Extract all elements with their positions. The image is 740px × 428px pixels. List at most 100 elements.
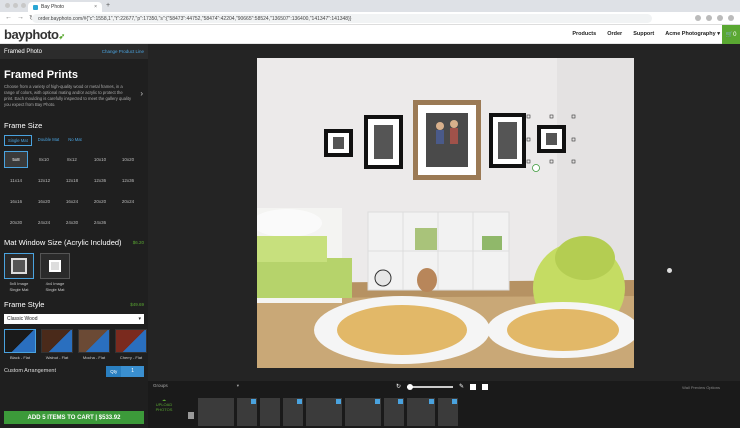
size-option[interactable]: 11x14 [4,172,28,189]
size-option[interactable]: 16x24 [60,193,84,210]
extension-icon[interactable] [717,15,723,21]
wall-frame-2[interactable] [364,115,403,169]
size-option[interactable]: 12x36 [88,172,112,189]
size-option[interactable]: 10x10 [88,151,112,168]
slider-knob[interactable] [407,383,414,390]
wall-frame-4[interactable] [489,113,526,168]
custom-arrangement-label: Custom Arrangement [4,368,56,375]
photo-thumbnail[interactable] [237,398,257,426]
check-icon[interactable] [398,399,403,404]
close-tab-icon[interactable]: × [94,4,97,10]
wall-frame-1[interactable] [324,129,353,157]
frame-size-title: Frame Size [4,121,43,131]
size-option[interactable]: 20x20 [88,193,112,210]
forward-icon[interactable]: → [17,14,24,22]
change-product-line-link[interactable]: Change Product Line [102,49,144,54]
photo-thumbnail[interactable] [384,398,404,426]
browser-tab[interactable]: Bay Photo × [28,2,102,12]
size-option[interactable]: 12x36 [116,172,140,189]
nav-products[interactable]: Products [572,31,596,37]
site-header: bayphoto➶ Products Order Support Acme Ph… [0,25,740,44]
product-sidebar: Framed Photo Change Product Line Framed … [0,44,148,428]
check-icon[interactable] [375,399,380,404]
tab-single-mat[interactable]: Single Mat [4,135,32,147]
mat-thumb [40,253,70,280]
size-option[interactable]: 20x24 [116,193,140,210]
size-option[interactable]: 24x30 [60,214,84,231]
maximize-window-icon[interactable] [21,3,26,8]
swatch-cherry[interactable]: Cherry - Flat [115,328,147,360]
size-option[interactable]: 8x10 [32,151,56,168]
swatch-black[interactable]: Black - Flat [4,328,36,360]
photo-thumbnail[interactable] [283,398,303,426]
nav-order[interactable]: Order [607,31,622,37]
check-icon[interactable] [336,399,341,404]
url-field[interactable]: order.bayphoto.com/#{"c":1558,1","t":226… [32,14,652,23]
close-window-icon[interactable] [5,3,10,8]
size-option[interactable]: 10x20 [116,151,140,168]
photo-thumbnail[interactable] [345,398,381,426]
photo-thumbnail[interactable] [438,398,458,426]
cart-button[interactable]: 🛒 0 [722,25,740,44]
frame-style-header: Frame Style $49.69 [0,300,148,309]
size-option[interactable]: 5x8 [4,151,28,169]
rotate-icon[interactable]: ↻ [396,383,401,390]
new-tab-icon[interactable]: + [106,2,110,9]
square-icon[interactable] [482,383,489,390]
quantity-field[interactable]: Qty 1 [106,365,144,377]
tab-no-mat[interactable]: No Mat [65,135,85,146]
size-option[interactable]: 12x12 [32,172,56,189]
zoom-slider[interactable] [407,383,454,390]
product-title: Framed Prints [4,69,78,81]
groups-dropdown[interactable]: Groups ▾ [151,383,241,392]
frame-style-select[interactable]: Classic Wood ▾ [4,313,144,324]
photo-thumbnail[interactable] [198,398,234,426]
trash-icon[interactable] [188,412,194,419]
swatch-thumb [78,328,110,353]
upload-photos-button[interactable]: ☁ UPLOAD PHOTOS [154,397,174,412]
tab-double-mat[interactable]: Double Mat [35,135,62,146]
product-description: Choose from a variety of high-quality wo… [4,84,132,108]
window-controls[interactable] [5,3,26,8]
size-option[interactable]: 16x20 [32,193,56,210]
size-option[interactable]: 16x16 [4,193,28,210]
size-option[interactable]: 12x18 [60,172,84,189]
mat-option[interactable]: 4x4 Image Single Mat [40,253,70,292]
extension-icon[interactable] [706,15,712,21]
mat-option[interactable]: 5x5 Image Single Mat [4,253,34,292]
wall-preview-options[interactable]: Wall Preview Options [682,385,720,390]
back-icon[interactable]: ← [5,14,12,22]
square-icon[interactable] [470,383,477,390]
size-option[interactable]: 24x24 [32,214,56,231]
size-option[interactable]: 20x30 [4,214,28,231]
swatch-walnut[interactable]: Walnut - Flat [41,328,73,360]
minimize-window-icon[interactable] [13,3,18,8]
size-option[interactable]: 24x36 [88,214,112,231]
photo-thumbnail[interactable] [407,398,435,426]
qty-label: Qty [106,365,122,377]
check-icon[interactable] [429,399,434,404]
mat-thumb [4,253,34,280]
swatch-mocha[interactable]: Mocha - Flat [78,328,110,360]
check-icon[interactable] [452,399,457,404]
wall-frame-3[interactable] [413,100,481,180]
mat-option-line2: Single Mat [45,286,65,292]
browser-tab-strip: Bay Photo × + [0,0,740,12]
photo-thumbnail[interactable] [260,398,280,426]
room-preview-image[interactable] [257,58,634,368]
size-option[interactable]: 8x12 [60,151,84,168]
check-icon[interactable] [251,399,256,404]
image-tray: Groups ▾ ↻ ✎ Wall Preview Options ☁ UPLO… [148,381,740,428]
photo-thumbnail[interactable] [306,398,342,426]
add-to-cart-button[interactable]: ADD 5 ITEMS TO CART | $533.92 [4,411,144,424]
extension-icon[interactable] [695,15,701,21]
edit-icon[interactable]: ✎ [459,383,464,390]
bayphoto-logo[interactable]: bayphoto➶ [4,27,65,42]
nav-account[interactable]: Acme Photography ▾ [665,31,720,37]
mat-window-header: Mat Window Size (Acrylic Included) $6.20 [0,238,148,247]
chevron-right-icon[interactable]: › [140,89,143,98]
nav-support[interactable]: Support [633,31,654,37]
profile-icon[interactable] [728,15,734,21]
check-icon[interactable] [297,399,302,404]
qty-value[interactable]: 1 [121,365,144,377]
